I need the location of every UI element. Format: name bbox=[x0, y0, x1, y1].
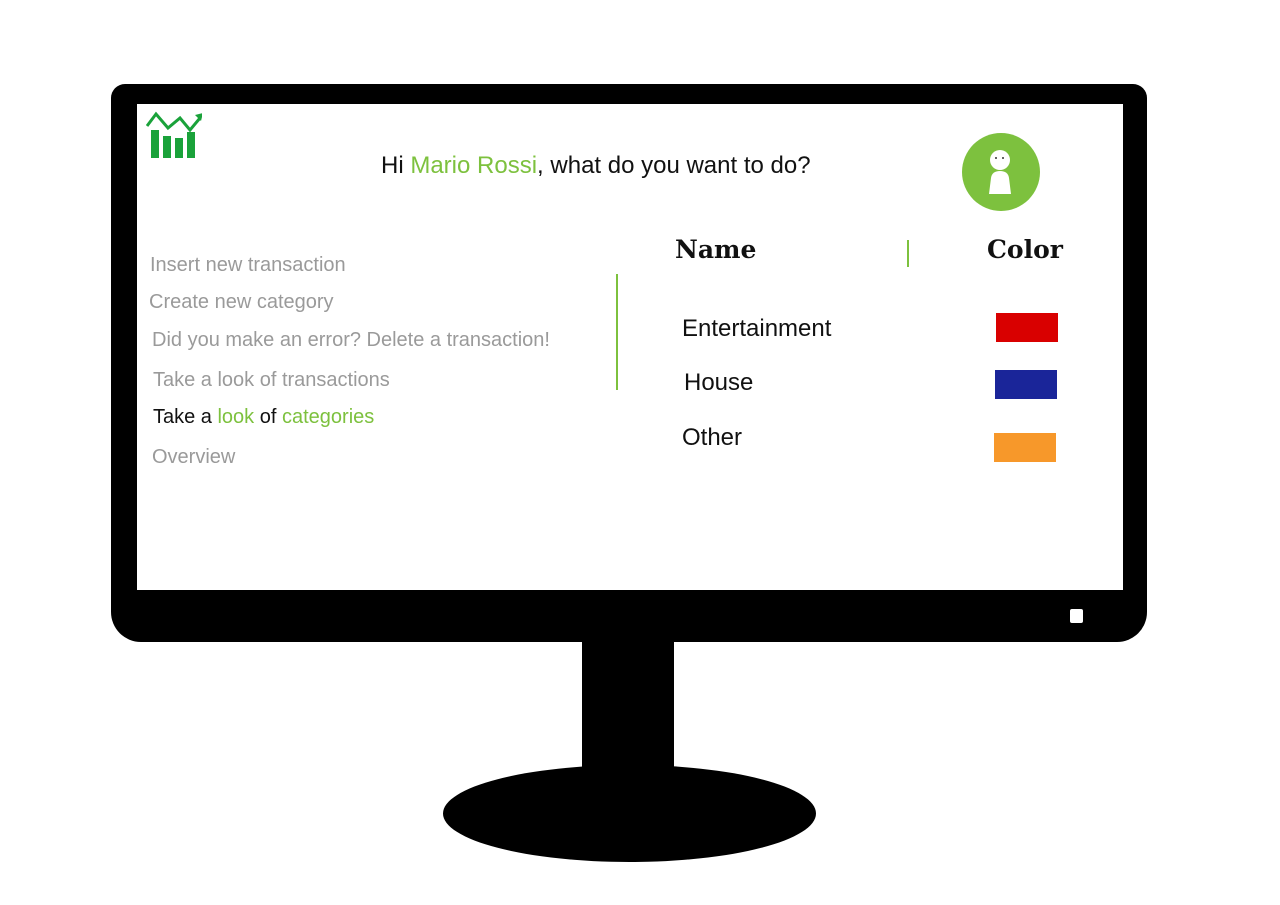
greeting-text: Hi Mario Rossi, what do you want to do? bbox=[381, 152, 811, 180]
column-header-color: Color bbox=[987, 235, 1063, 264]
menu-item-insert-transaction[interactable]: Insert new transaction bbox=[150, 254, 346, 277]
greeting-suffix: , what do you want to do? bbox=[537, 152, 811, 179]
user-avatar-icon bbox=[989, 150, 1011, 194]
bar-chart-growth-icon[interactable] bbox=[146, 110, 202, 158]
menu-item-view-categories[interactable]: Take a look of categories bbox=[153, 406, 374, 429]
category-name-entertainment: Entertainment bbox=[682, 315, 832, 342]
menu-divider bbox=[616, 274, 618, 390]
menu-item-view-categories-text-3: of bbox=[254, 406, 282, 428]
greeting-prefix: Hi bbox=[381, 152, 411, 179]
user-avatar-button[interactable] bbox=[962, 133, 1040, 211]
menu-item-delete-transaction[interactable]: Did you make an error? Delete a transact… bbox=[152, 329, 550, 352]
category-name-house: House bbox=[684, 369, 754, 396]
category-color-swatch bbox=[995, 370, 1057, 399]
menu-item-view-categories-text-1: Take a bbox=[153, 406, 218, 428]
monitor-stand-base bbox=[443, 765, 816, 862]
menu-item-overview[interactable]: Overview bbox=[152, 446, 235, 469]
user-name: Mario Rossi bbox=[410, 152, 538, 179]
category-color-swatch bbox=[994, 433, 1056, 462]
app-screen: Hi Mario Rossi, what do you want to do? … bbox=[137, 104, 1123, 590]
column-divider bbox=[907, 240, 909, 267]
menu-item-create-category[interactable]: Create new category bbox=[149, 291, 334, 314]
category-color-swatch bbox=[996, 313, 1058, 342]
column-header-name: Name bbox=[675, 235, 757, 264]
menu-item-view-categories-text-4: categories bbox=[281, 406, 375, 428]
desktop-monitor: Hi Mario Rossi, what do you want to do? … bbox=[0, 0, 1280, 905]
menu-item-view-transactions[interactable]: Take a look of transactions bbox=[153, 369, 390, 392]
power-button[interactable] bbox=[1070, 609, 1083, 623]
menu-item-view-categories-text-2: look bbox=[217, 406, 255, 428]
monitor-stand-neck bbox=[582, 636, 674, 786]
category-name-other: Other bbox=[682, 424, 743, 451]
